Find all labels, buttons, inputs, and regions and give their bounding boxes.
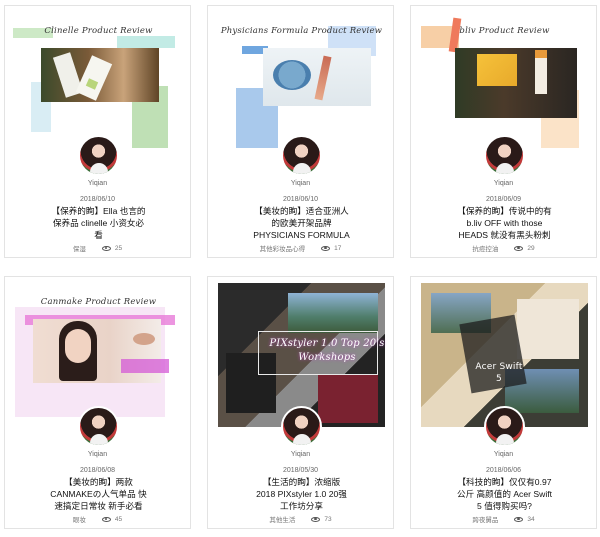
post-title[interactable]: 【生活的眴】浓缩版 2018 PIXstyler 1.0 20强 工作坊分享 [218, 476, 385, 512]
post-date: 2018/06/06 [485, 467, 522, 474]
view-count: 29 [514, 245, 535, 252]
post-cover-image[interactable]: Acer Swift 5 [411, 277, 596, 427]
eye-icon [311, 516, 321, 522]
post-card[interactable]: Clinelle Product Review Yiqian 2018/06/1… [4, 5, 191, 258]
author-avatar[interactable] [78, 406, 119, 447]
post-title[interactable]: 【美妆的眴】两款 CANMAKEの人气单品 快 速搞定日常妆 新手必看 [15, 476, 182, 512]
cover-script-title: Canmake Product Review [40, 297, 157, 307]
post-card[interactable]: Physicians Formula Product Review Yiqian… [207, 5, 394, 258]
post-cover-image[interactable]: Physicians Formula Product Review [208, 6, 393, 148]
cover-script-title: bliv Product Review [459, 26, 550, 36]
author-name[interactable]: Yiqian [208, 180, 393, 187]
view-count: 25 [101, 245, 122, 252]
author-avatar[interactable] [281, 406, 322, 447]
cover-script-title: Acer Swift 5 [475, 362, 523, 384]
cover-script-title: PIXstyler 1.0 Top 20's Workshops [269, 338, 385, 363]
post-card[interactable]: bliv Product Review Yiqian 2018/06/09 【保… [410, 5, 597, 258]
post-cover-image[interactable]: PIXstyler 1.0 Top 20's Workshops [208, 277, 393, 427]
view-count: 34 [514, 516, 535, 523]
author-name[interactable]: Yiqian [411, 180, 596, 187]
category-tag[interactable]: 抗痘控油 [472, 243, 498, 253]
post-meta: 保湿 25 [5, 243, 190, 254]
post-meta: 眼妆 45 [5, 514, 190, 525]
author-name[interactable]: Yiqian [411, 451, 596, 458]
post-meta: 抗痘控油 29 [411, 243, 596, 254]
post-title[interactable]: 【科技的眴】仅仅有0.97 公斤 高颜值的 Acer Swift 5 值得购买吗… [421, 476, 588, 512]
post-meta: 其他彩妆品心得 17 [208, 243, 393, 254]
author-name[interactable]: Yiqian [5, 180, 190, 187]
author-avatar[interactable] [78, 135, 119, 176]
post-cover-image[interactable]: Canmake Product Review [5, 277, 190, 419]
author-avatar[interactable] [281, 135, 322, 176]
post-date: 2018/05/30 [282, 467, 319, 474]
category-tag[interactable]: 跨夜舅品 [472, 514, 498, 524]
author-avatar[interactable] [484, 135, 525, 176]
category-tag[interactable]: 眼妆 [73, 514, 86, 524]
eye-icon [321, 245, 331, 251]
post-date: 2018/06/10 [79, 196, 116, 203]
post-cover-image[interactable]: bliv Product Review [411, 6, 596, 148]
view-count: 45 [101, 516, 122, 523]
author-name[interactable]: Yiqian [208, 451, 393, 458]
post-cover-image[interactable]: Clinelle Product Review [5, 6, 190, 148]
post-date: 2018/06/09 [485, 196, 522, 203]
post-date: 2018/06/08 [79, 467, 116, 474]
post-meta: 其他生活 73 [208, 514, 393, 525]
cover-script-title: Clinelle Product Review [44, 26, 153, 36]
category-tag[interactable]: 保湿 [73, 243, 86, 253]
category-tag[interactable]: 其他生活 [269, 514, 295, 524]
post-meta: 跨夜舅品 34 [411, 514, 596, 525]
post-title[interactable]: 【保养的眴】Ella 也言的 保养品 clinelle 小资女必 看 [15, 205, 182, 241]
cover-script-title: Physicians Formula Product Review [220, 26, 383, 36]
post-title[interactable]: 【美妆的眴】适合亚洲人 的欧美开架品牌 PHYSICIANS FORMULA [218, 205, 385, 241]
post-card[interactable]: Acer Swift 5 Yiqian 2018/06/06 【科技的眴】仅仅有… [410, 276, 597, 529]
post-title[interactable]: 【保养的眴】传说中的有 b.liv OFF with those HEADS 就… [421, 205, 588, 241]
post-date: 2018/06/10 [282, 196, 319, 203]
eye-icon [514, 245, 524, 251]
author-name[interactable]: Yiqian [5, 451, 190, 458]
eye-icon [101, 245, 111, 251]
view-count: 17 [321, 245, 341, 252]
category-tag[interactable]: 其他彩妆品心得 [260, 243, 306, 253]
author-avatar[interactable] [484, 406, 525, 447]
eye-icon [101, 516, 111, 522]
view-count: 73 [311, 516, 332, 523]
post-card[interactable]: PIXstyler 1.0 Top 20's Workshops Yiqian … [207, 276, 394, 529]
eye-icon [514, 516, 524, 522]
post-card[interactable]: Canmake Product Review Yiqian 2018/06/08… [4, 276, 191, 529]
